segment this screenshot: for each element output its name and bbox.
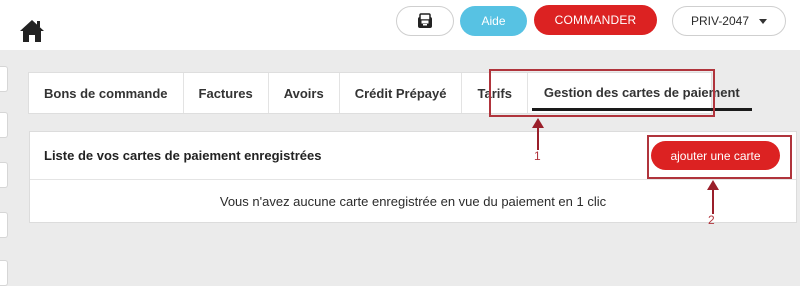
account-code: PRIV-2047 [690, 14, 750, 28]
rail-tab[interactable] [0, 260, 8, 286]
tab-credit-prepaye[interactable]: Crédit Prépayé [340, 73, 463, 113]
ticket-icon [418, 13, 432, 28]
tab-factures[interactable]: Factures [184, 73, 269, 113]
rail-tab[interactable] [0, 162, 8, 188]
rail-tab[interactable] [0, 212, 8, 238]
left-rail [0, 60, 8, 286]
annotation-arrow-1 [532, 118, 544, 150]
rail-tab[interactable] [0, 66, 8, 92]
tab-avoirs[interactable]: Avoirs [269, 73, 340, 113]
annotation-box-1 [489, 69, 715, 117]
chevron-down-icon [759, 18, 768, 24]
ticket-button[interactable] [396, 6, 454, 36]
annotation-box-2 [647, 135, 792, 179]
tab-bons-de-commande[interactable]: Bons de commande [29, 73, 184, 113]
top-bar: Aide COMMANDER PRIV-2047 [0, 0, 800, 50]
help-button[interactable]: Aide [460, 6, 527, 36]
annotation-label-1: 1 [534, 149, 541, 163]
order-button[interactable]: COMMANDER [534, 5, 657, 35]
panel-title: Liste de vos cartes de paiement enregist… [44, 148, 322, 163]
empty-message: Vous n'avez aucune carte enregistrée en … [219, 193, 607, 209]
annotation-arrow-2 [707, 180, 719, 214]
annotation-label-2: 2 [708, 213, 715, 227]
rail-tab[interactable] [0, 112, 8, 138]
account-select[interactable]: PRIV-2047 [672, 6, 786, 36]
home-icon[interactable] [18, 18, 46, 44]
